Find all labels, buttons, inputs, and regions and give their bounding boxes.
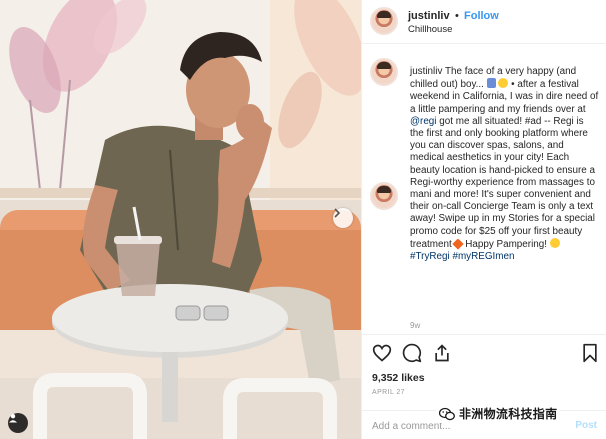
bookmark-icon (583, 343, 597, 363)
caption-text-4: Happy Pampering! (462, 238, 550, 250)
wechat-logo-icon (438, 407, 455, 421)
caption-avatar-secondary[interactable] (370, 182, 398, 210)
post-location[interactable]: Chillhouse (408, 24, 452, 35)
heart-icon (372, 344, 392, 362)
hashtag-tryregi[interactable]: #TryRegi (410, 251, 450, 262)
share-icon (435, 344, 449, 362)
like-button[interactable] (372, 343, 394, 365)
share-button[interactable] (432, 343, 454, 365)
hashtag-myregimen[interactable]: #myREGImen (452, 251, 514, 262)
comment-button[interactable] (402, 343, 424, 365)
wechat-watermark: 非洲物流科技指南 (436, 404, 561, 423)
comment-bubble-icon (402, 343, 422, 363)
user-tag-icon (9, 414, 17, 423)
comments-section: justinliv The face of a very happy (and … (362, 44, 606, 334)
post-photo[interactable] (0, 0, 361, 439)
caption-mention[interactable]: @regi (410, 116, 437, 127)
post-caption: justinliv The face of a very happy (and … (410, 66, 600, 263)
watermark-text: 非洲物流科技指南 (459, 407, 558, 421)
save-button[interactable] (581, 343, 603, 365)
post-date: APRIL 27 (372, 389, 405, 396)
tagged-users-button[interactable] (8, 413, 28, 433)
smile-emoji-icon (498, 78, 509, 89)
follow-button[interactable]: Follow (464, 10, 499, 22)
caption-username[interactable]: justinliv (410, 66, 442, 77)
post-sidebar: justinliv • Follow Chillhouse justinliv … (361, 0, 606, 439)
chevron-right-icon (334, 208, 341, 218)
post-header: justinliv • Follow Chillhouse (362, 0, 606, 44)
post-comment-button[interactable]: Post (575, 420, 597, 431)
smile-emoji-icon (549, 237, 560, 248)
like-count[interactable]: 9,352 likes (372, 372, 425, 384)
next-image-button[interactable] (333, 208, 353, 228)
post-actions: 9,352 likes APRIL 27 Post (362, 334, 606, 439)
author-avatar[interactable] (370, 7, 398, 35)
caption-age: 9w (410, 321, 421, 330)
photo-illustration (0, 0, 361, 439)
caption-avatar[interactable] (370, 58, 398, 86)
separator-dot: • (455, 10, 459, 22)
caption-text-3: got me all situated! #ad -- Regi is the … (410, 115, 596, 250)
sleeping-emoji-icon (486, 78, 496, 89)
author-username[interactable]: justinliv (408, 10, 450, 22)
